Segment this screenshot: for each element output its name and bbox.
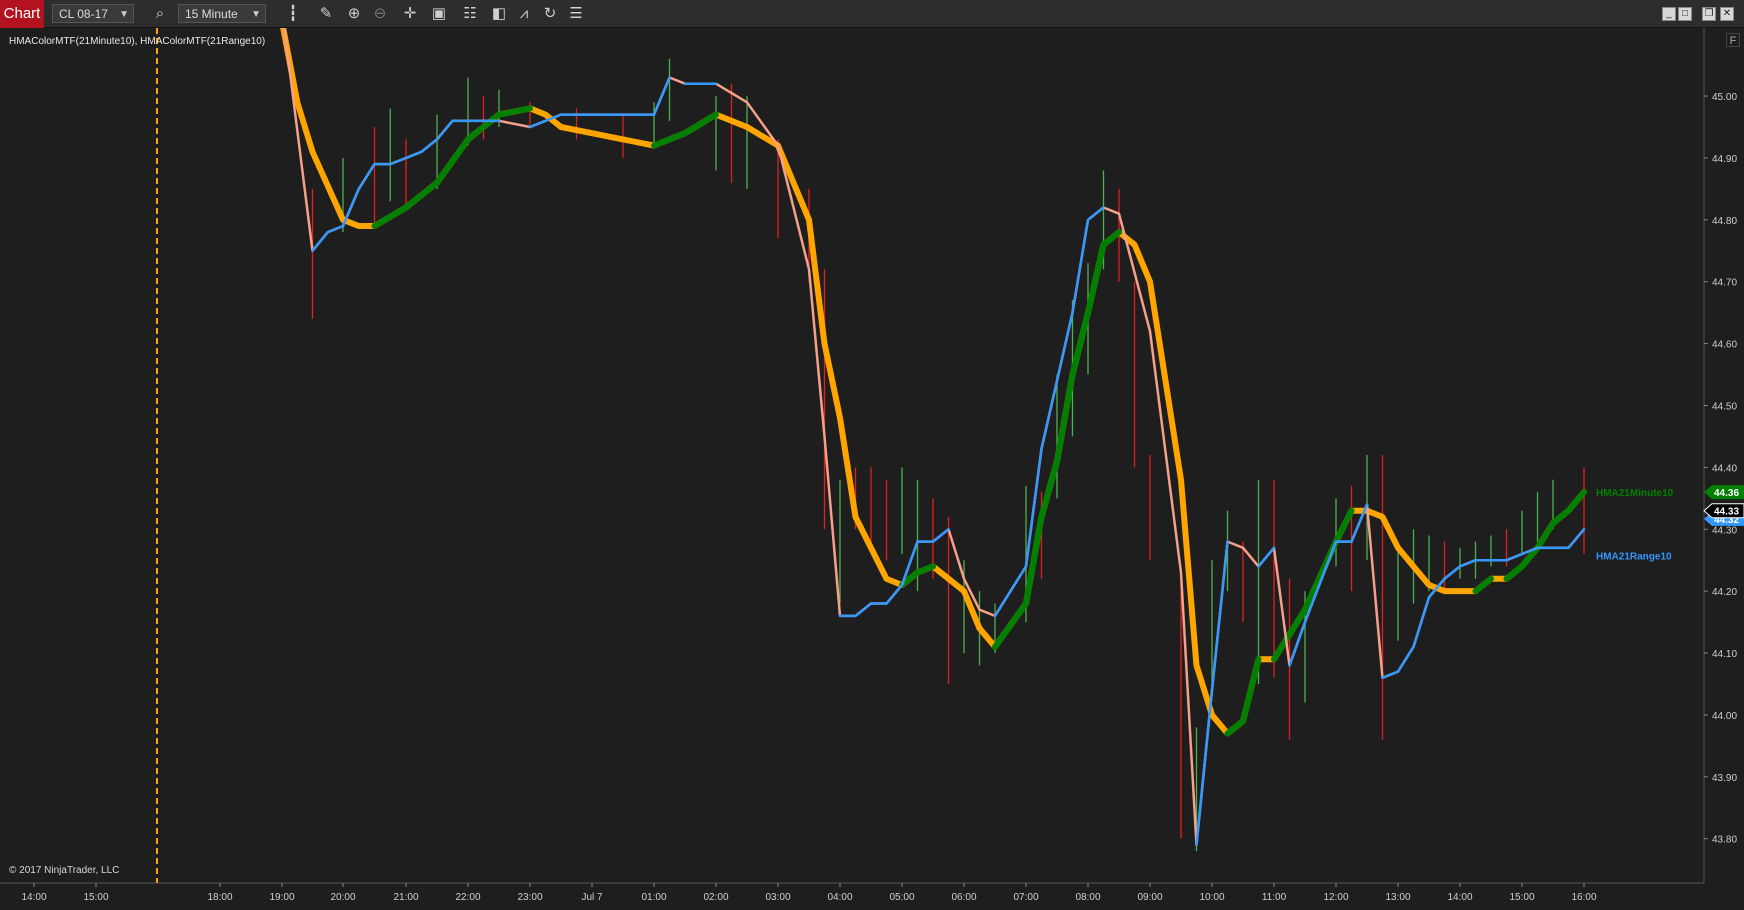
price-chart[interactable]: 45.00 44.90 44.80 44.70 44.60 44.50 44.40 44.30…	[0, 9, 1744, 905]
chevron-down-icon: ▼	[251, 9, 261, 20]
time-tick-label: 14:00	[21, 892, 46, 903]
time-tick-label: 16:00	[1571, 892, 1596, 903]
time-tick-label: 03:00	[765, 892, 790, 903]
chart-toolbar: Chart CL 08-17 ▼ ⌕ 15 Minute ▼ ┇ ✎ ⊕ ⊖ ✛…	[0, 0, 1744, 28]
minimize-icon[interactable]: _	[1662, 7, 1676, 21]
zoom-out-icon[interactable]: ⊖	[370, 4, 390, 24]
interval-selector[interactable]: 15 Minute ▼	[178, 4, 266, 23]
time-tick-label: 01:00	[641, 892, 666, 903]
time-tick-label: 19:00	[269, 892, 294, 903]
time-tick-label: 13:00	[1385, 892, 1410, 903]
time-tick-label: 04:00	[827, 892, 852, 903]
time-tick-label: 14:00	[1447, 892, 1472, 903]
f-button[interactable]: F	[1726, 33, 1740, 47]
price-tick-label: 44.20	[1712, 587, 1737, 598]
time-tick-label: 20:00	[330, 892, 355, 903]
last-price-value: 44.33	[1714, 507, 1739, 518]
indicators-icon[interactable]: ⩘	[514, 4, 534, 24]
series-label-minute: HMA21Minute10	[1596, 488, 1674, 499]
time-tick-label: 10:00	[1199, 892, 1224, 903]
time-tick-label: 15:00	[83, 892, 108, 903]
chart-tab[interactable]: Chart	[0, 0, 44, 28]
reload-icon[interactable]: ↻	[540, 4, 560, 24]
time-tick-label: 23:00	[517, 892, 542, 903]
chevron-down-icon: ▼	[119, 9, 129, 20]
price-tick-label: 44.10	[1712, 649, 1737, 660]
copyright-text: © 2017 NinjaTrader, LLC	[9, 865, 120, 876]
time-tick-label: 15:00	[1509, 892, 1534, 903]
chart-panel[interactable]: 45.00 44.90 44.80 44.70 44.60 44.50 44.40 44.30…	[0, 9, 1744, 905]
price-tick-label: 44.80	[1712, 216, 1737, 227]
draw-pencil-icon[interactable]: ✎	[316, 4, 336, 24]
price-tick-label: 44.30	[1712, 525, 1737, 536]
time-tick-label: 02:00	[703, 892, 728, 903]
price-tick-label: 44.70	[1712, 278, 1737, 289]
data-box-icon[interactable]: ▣	[429, 4, 449, 24]
time-tick-label: 06:00	[951, 892, 976, 903]
search-icon[interactable]: ⌕	[150, 4, 170, 24]
price-tick-label: 44.00	[1712, 711, 1737, 722]
price-tick-label: 44.40	[1712, 463, 1737, 474]
properties-icon[interactable]: ☷	[460, 4, 480, 24]
price-tick-label: 44.50	[1712, 401, 1737, 412]
price-tick-label: 43.90	[1712, 773, 1737, 784]
list-icon[interactable]: ☰	[566, 4, 586, 24]
maximize-icon[interactable]: □	[1678, 7, 1692, 21]
series-label-range: HMA21Range10	[1596, 551, 1672, 562]
price-tick-label: 45.00	[1712, 92, 1737, 103]
minute-price-marker-value: 44.36	[1714, 488, 1739, 499]
time-tick-label: Jul 7	[581, 892, 603, 903]
price-tick-label: 44.60	[1712, 340, 1737, 351]
restore-icon[interactable]: ❐	[1702, 7, 1716, 21]
strategies-icon[interactable]: ◧	[489, 4, 509, 24]
chart-background	[0, 28, 1744, 905]
time-tick-label: 22:00	[455, 892, 480, 903]
time-tick-label: 12:00	[1323, 892, 1348, 903]
time-tick-label: 07:00	[1013, 892, 1038, 903]
price-tick-label: 43.80	[1712, 835, 1737, 846]
instrument-value: CL 08-17	[59, 7, 108, 21]
time-tick-label: 18:00	[207, 892, 232, 903]
indicator-label: HMAColorMTF(21Minute10), HMAColorMTF(21R…	[9, 36, 266, 47]
instrument-selector[interactable]: CL 08-17 ▼	[52, 4, 134, 23]
bar-type-icon[interactable]: ┇	[283, 4, 303, 24]
price-tick-label: 44.90	[1712, 154, 1737, 165]
time-tick-label: 08:00	[1075, 892, 1100, 903]
crosshair-icon[interactable]: ✛	[400, 4, 420, 24]
close-icon[interactable]: ✕	[1720, 7, 1734, 21]
time-tick-label: 09:00	[1137, 892, 1162, 903]
interval-value: 15 Minute	[185, 7, 238, 21]
zoom-in-icon[interactable]: ⊕	[344, 4, 364, 24]
time-tick-label: 05:00	[889, 892, 914, 903]
time-tick-label: 21:00	[393, 892, 418, 903]
time-tick-label: 11:00	[1262, 892, 1287, 903]
